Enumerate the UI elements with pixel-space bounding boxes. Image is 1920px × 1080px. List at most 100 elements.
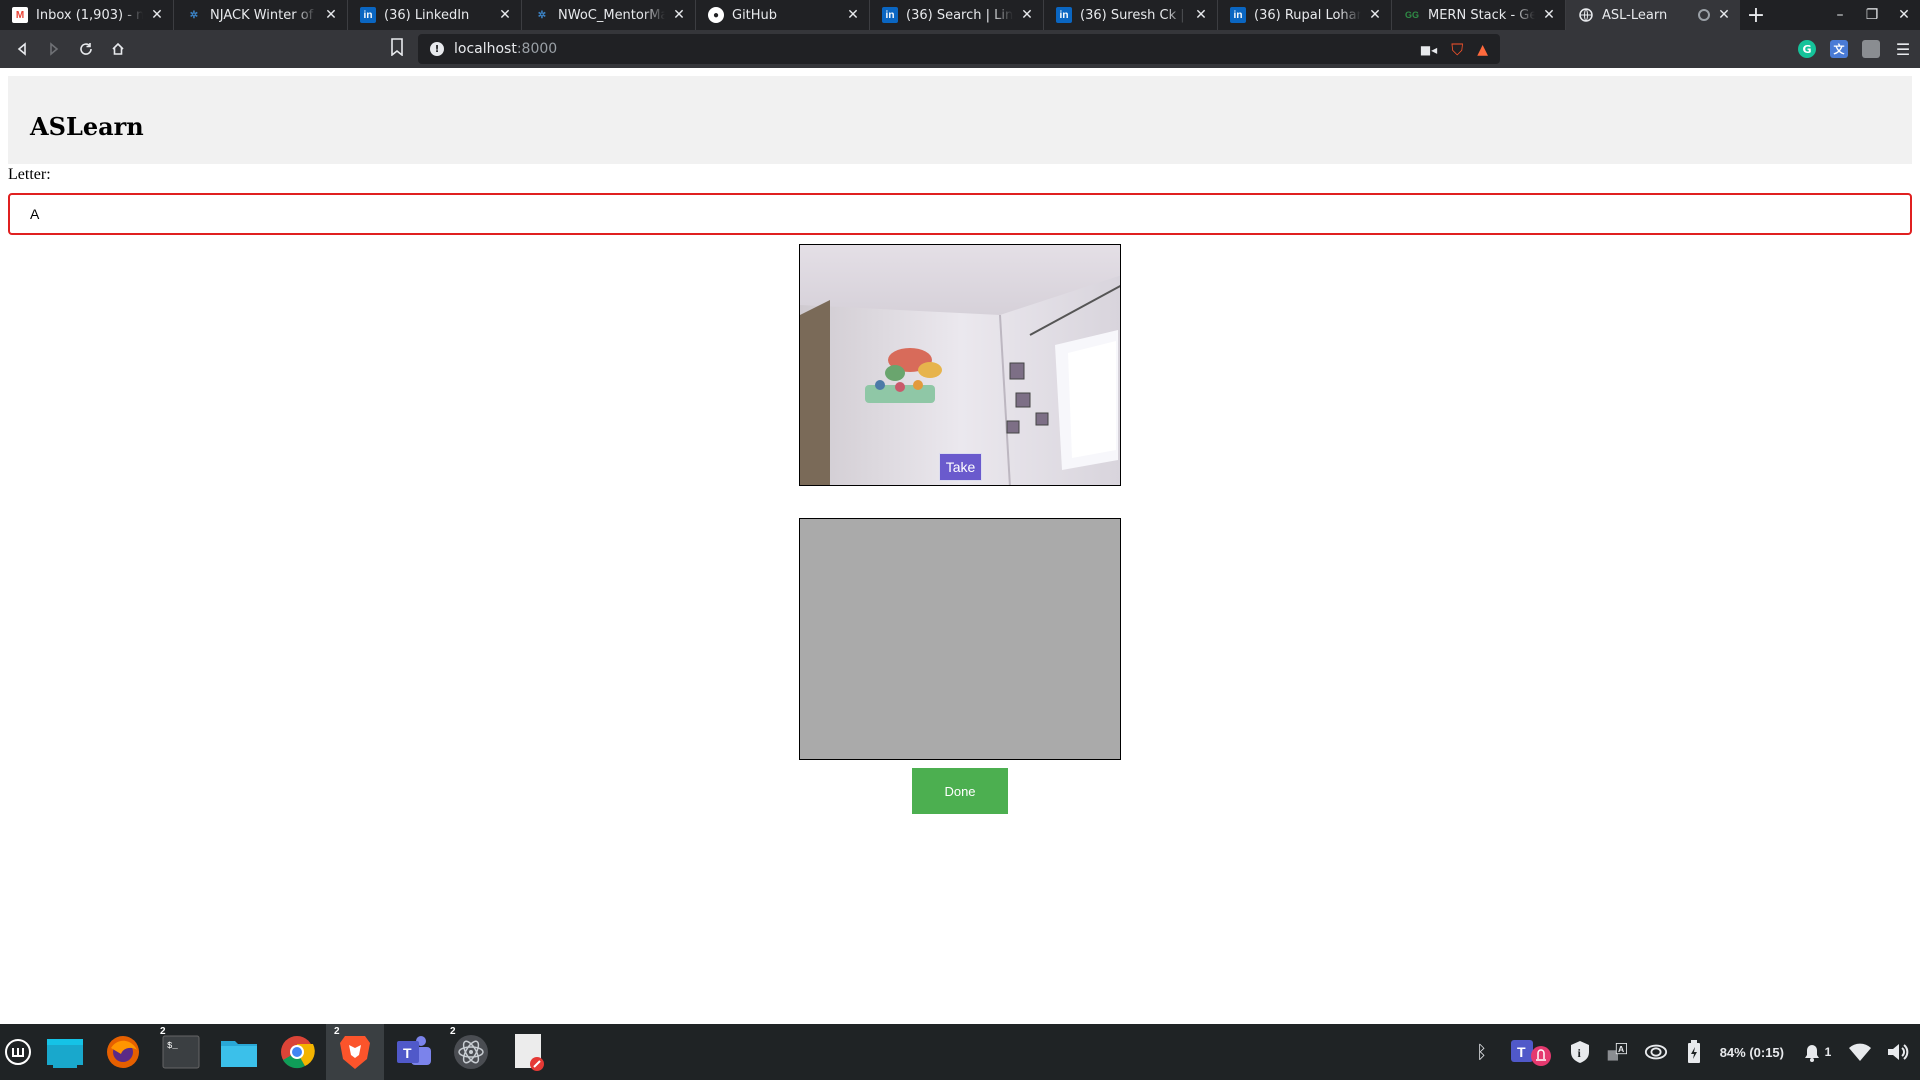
tab-njack[interactable]: ✲ NJACK Winter of Co ✕ (174, 0, 348, 30)
menu-launcher[interactable] (0, 1024, 36, 1080)
url-host: localhost (454, 41, 517, 57)
bookmark-icon[interactable] (390, 38, 404, 56)
linkedin-icon: in (1230, 7, 1246, 23)
done-button[interactable]: Done (912, 768, 1008, 814)
translate-icon[interactable]: 文 (1830, 40, 1848, 58)
linkedin-icon: in (360, 7, 376, 23)
terminal-icon: $_ (162, 1035, 200, 1069)
taskbar-file-manager[interactable] (36, 1024, 94, 1080)
tab-github[interactable]: ● GitHub ✕ (696, 0, 870, 30)
tab-title: NJACK Winter of Co (210, 7, 317, 23)
notifications-icon[interactable]: 1 (1798, 1040, 1834, 1064)
notifications-count: 1 (1824, 1045, 1832, 1059)
nvidia-icon[interactable] (1644, 1040, 1668, 1064)
take-photo-button[interactable]: Take (939, 453, 982, 481)
tab-title: (36) Suresh Ck | Link (1080, 7, 1187, 23)
tab-title: Inbox (1,903) - nehal (36, 7, 143, 23)
njack-icon: ✲ (537, 9, 547, 21)
close-icon[interactable]: ✕ (1019, 7, 1035, 23)
captured-image-canvas (799, 518, 1121, 760)
firefox-icon (107, 1036, 139, 1068)
taskbar-teams[interactable]: T (384, 1024, 442, 1080)
close-icon[interactable]: ✕ (1193, 7, 1209, 23)
mint-menu-icon (5, 1039, 31, 1065)
battery-status: 84% (0:15) (1719, 1044, 1784, 1060)
close-icon[interactable]: ✕ (1541, 7, 1557, 23)
back-icon[interactable] (6, 33, 38, 65)
home-icon[interactable] (102, 33, 134, 65)
svg-text:T: T (1517, 1044, 1526, 1060)
page-title: ASLearn (30, 112, 144, 141)
letter-label: Letter: (8, 166, 51, 183)
address-bar[interactable]: ! localhost:8000 ■◂ ⛉ ▲ (418, 34, 1500, 64)
tab-linkedin-search[interactable]: in (36) Search | LinkedI ✕ (870, 0, 1044, 30)
tab-linkedin[interactable]: in (36) LinkedIn ✕ (348, 0, 522, 30)
tab-gmail[interactable]: M Inbox (1,903) - nehal ✕ (0, 0, 174, 30)
extensions-area: G 文 ☰ (1798, 30, 1912, 68)
tab-asl-learn[interactable]: ASL-Learn ✕ (1566, 0, 1740, 30)
letter-input[interactable] (8, 193, 1912, 235)
tab-gfg[interactable]: GG MERN Stack - Geeks ✕ (1392, 0, 1566, 30)
extension-icon[interactable] (1862, 40, 1880, 58)
linkedin-icon: in (1056, 7, 1072, 23)
tab-title: (36) LinkedIn (384, 7, 470, 23)
site-info-icon[interactable]: ! (430, 42, 444, 56)
taskbar-atom[interactable]: 2 (442, 1024, 500, 1080)
camera-icon[interactable]: ■◂ (1420, 43, 1437, 57)
taskbar-chrome[interactable] (268, 1024, 326, 1080)
update-shield-icon[interactable]: i (1568, 1040, 1592, 1064)
window-count-badge: 2 (160, 1026, 166, 1037)
linkedin-icon: in (882, 7, 898, 23)
taskbar-text-editor[interactable] (500, 1024, 558, 1080)
chrome-icon (281, 1036, 315, 1069)
brave-rewards-icon[interactable]: ▲ (1477, 42, 1488, 58)
tab-linkedin-suresh[interactable]: in (36) Suresh Ck | Link ✕ (1044, 0, 1218, 30)
tab-title: GitHub (732, 7, 778, 23)
tab-nwoc-mentor[interactable]: ✲ NWoC_MentorManu ✕ (522, 0, 696, 30)
tab-title: MERN Stack - Geeks (1428, 7, 1535, 23)
taskbar-files[interactable] (210, 1024, 268, 1080)
svg-text:T: T (403, 1045, 412, 1061)
page-content: ASLearn Letter: A Take Done (0, 68, 1920, 1024)
page-header: ASLearn (8, 76, 1912, 164)
restore-icon[interactable]: ❐ (1856, 0, 1888, 30)
window-close-icon[interactable]: ✕ (1888, 0, 1920, 30)
taskbar-terminal[interactable]: 2 $_ (152, 1024, 210, 1080)
close-icon[interactable]: ✕ (323, 7, 339, 23)
forward-icon[interactable] (38, 33, 70, 65)
system-tray: ᛒ T i A 84% (0:15) 1 (1470, 1024, 1920, 1080)
brave-shields-icon[interactable]: ⛉ (1451, 40, 1463, 60)
brave-icon (340, 1036, 370, 1069)
new-tab-button[interactable]: + (1740, 0, 1772, 30)
close-icon[interactable]: ✕ (1716, 7, 1732, 23)
battery-icon[interactable] (1682, 1040, 1706, 1064)
gmail-icon: M (12, 7, 28, 23)
svg-text:A: A (1618, 1044, 1624, 1054)
window-controls: – ❐ ✕ (1824, 0, 1920, 30)
taskbar-firefox[interactable] (94, 1024, 152, 1080)
taskbar-brave[interactable]: 2 (326, 1024, 384, 1080)
close-icon[interactable]: ✕ (845, 7, 861, 23)
window-count-badge: 2 (334, 1026, 340, 1037)
gfg-icon: GG (1404, 10, 1419, 20)
minimize-icon[interactable]: – (1824, 0, 1856, 30)
reload-icon[interactable] (70, 33, 102, 65)
bluetooth-icon[interactable]: ᛒ (1470, 1040, 1494, 1064)
close-icon[interactable]: ✕ (497, 7, 513, 23)
keyboard-layout-icon[interactable]: A (1606, 1040, 1630, 1064)
close-icon[interactable]: ✕ (1367, 7, 1383, 23)
grammarly-icon[interactable]: G (1798, 40, 1816, 58)
teams-tray-icon[interactable]: T (1508, 1040, 1554, 1066)
globe-icon (1578, 7, 1594, 23)
tab-title: ASL-Learn (1602, 7, 1668, 23)
wifi-icon[interactable] (1848, 1040, 1872, 1064)
volume-icon[interactable] (1886, 1040, 1910, 1064)
file-manager-icon (47, 1039, 83, 1068)
close-icon[interactable]: ✕ (149, 7, 165, 23)
svg-text:$_: $_ (167, 1041, 178, 1051)
tab-linkedin-rupal[interactable]: in (36) Rupal Lohani | L ✕ (1218, 0, 1392, 30)
close-icon[interactable]: ✕ (671, 7, 687, 23)
tab-title: (36) Rupal Lohani | L (1254, 7, 1361, 23)
menu-icon[interactable]: ☰ (1894, 40, 1912, 59)
tab-title: (36) Search | LinkedI (906, 7, 1013, 23)
